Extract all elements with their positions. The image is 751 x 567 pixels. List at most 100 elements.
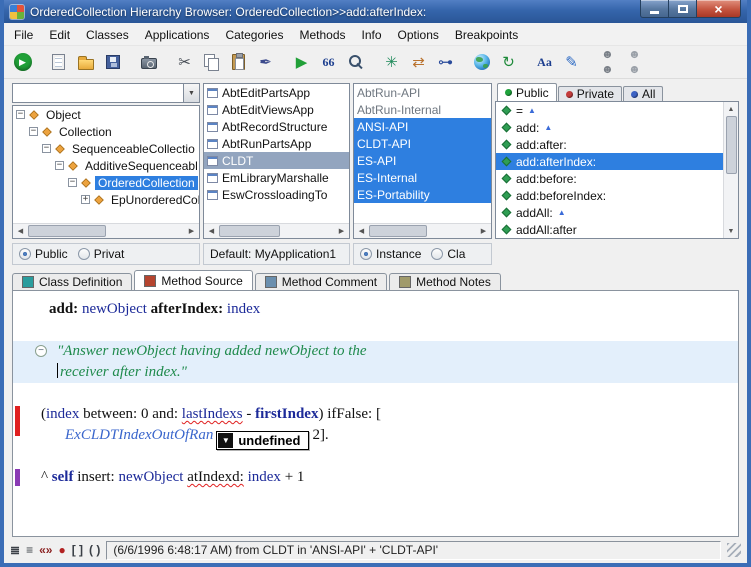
class-filter-combo[interactable]: ▼ [12,83,200,103]
method-source-editor[interactable]: add: newObject afterIndex: index "Answer… [12,290,739,537]
application-item[interactable]: CLDT [204,152,349,169]
tree-item-orderedcollection[interactable]: −OrderedCollection [13,174,199,191]
tab-private[interactable]: Private [558,86,622,101]
radio-cla[interactable]: Cla [431,247,465,261]
method-item[interactable]: addAll:▲ [496,204,723,221]
menu-applications[interactable]: Applications [137,24,218,44]
scroll-thumb[interactable] [219,225,280,237]
tree-item-collection[interactable]: −Collection [13,123,199,140]
run-icon[interactable]: ▶ [10,50,35,75]
method-item[interactable]: add:after: [496,136,723,153]
close-button[interactable]: × [696,0,741,18]
scroll-thumb[interactable] [369,225,427,237]
maximize-button[interactable] [669,0,696,18]
popup-dropdown-icon[interactable]: ▼ [218,433,233,448]
parens-icon[interactable]: ( ) [89,544,100,556]
search-icon[interactable] [343,50,368,75]
glasses-icon[interactable]: 66 [316,50,341,75]
scroll-thumb[interactable] [28,225,106,237]
tab-method-comment[interactable]: Method Comment [255,273,387,290]
titlebar[interactable]: OrderedCollection Hierarchy Browser: Ord… [4,0,747,23]
group-icon[interactable]: ☻☻ [622,50,647,75]
minimize-button[interactable] [640,0,669,18]
record-icon[interactable]: ● [58,544,65,556]
tab-public[interactable]: Public [497,83,557,101]
category-item[interactable]: ES-Internal [354,169,491,186]
method-item[interactable]: add:▲ [496,119,723,136]
tree-expander-icon[interactable]: − [55,161,64,170]
tree-item-additivesequenceabl[interactable]: −AdditiveSequenceabl [13,157,199,174]
tree-expander-icon[interactable]: − [68,178,77,187]
publish-icon[interactable]: ↻ [496,50,521,75]
categories-hscrollbar[interactable]: ◀ ▶ [354,223,491,238]
style-icon[interactable]: ✎ [559,50,584,75]
paste-icon[interactable] [226,50,251,75]
applications-hscrollbar[interactable]: ◀ ▶ [204,223,349,238]
tree-expander-icon[interactable]: − [16,110,25,119]
scroll-right-icon[interactable]: ▶ [334,224,349,238]
cut-icon[interactable]: ✂ [172,50,197,75]
connect-icon[interactable]: ⊶ [433,50,458,75]
radio-public[interactable]: Public [19,247,68,261]
methods-vscrollbar[interactable]: ▲ ▼ [723,102,738,238]
tab-class-definition[interactable]: Class Definition [12,273,132,290]
scroll-thumb[interactable] [726,116,737,174]
tree-item-epunorderedcollec[interactable]: +EpUnorderedCollec [13,191,199,208]
menu-edit[interactable]: Edit [41,24,78,44]
scroll-right-icon[interactable]: ▶ [476,224,491,238]
menu-breakpoints[interactable]: Breakpoints [447,24,526,44]
scroll-down-icon[interactable]: ▼ [724,224,739,238]
brackets-icon[interactable]: [ ] [72,544,83,556]
tree-expander-icon[interactable]: − [42,144,51,153]
application-item[interactable]: AbtEditViewsApp [204,101,349,118]
menu-classes[interactable]: Classes [78,24,137,44]
hierarchy-hscrollbar[interactable]: ◀ ▶ [13,223,199,238]
category-item[interactable]: AbtRun-Internal [354,101,491,118]
method-item[interactable]: addAll:after [496,221,723,238]
menu-options[interactable]: Options [390,24,447,44]
application-item[interactable]: AbtEditPartsApp [204,84,349,101]
menu-file[interactable]: File [6,24,41,44]
font-icon[interactable]: Aa [532,50,557,75]
tree-expander-icon[interactable]: − [29,127,38,136]
undefined-popup[interactable]: ▼undefined [216,431,309,450]
scroll-left-icon[interactable]: ◀ [354,224,369,238]
application-item[interactable]: AbtRunPartsApp [204,135,349,152]
category-item[interactable]: ANSI-API [354,118,491,135]
copy-icon[interactable] [199,50,224,75]
radio-instance[interactable]: Instance [360,247,421,261]
format-list-icon[interactable]: ≣ [10,544,20,556]
tab-all[interactable]: All [623,86,663,101]
save-icon[interactable] [100,50,125,75]
tab-method-source[interactable]: Method Source [134,270,252,290]
category-item[interactable]: ES-API [354,152,491,169]
guillemets-icon[interactable]: «» [39,544,52,556]
format-indent-icon[interactable]: ≡ [26,544,33,556]
globe-icon[interactable] [469,50,494,75]
radio-privat[interactable]: Privat [78,247,125,261]
application-item[interactable]: EswCrossloadingTo [204,186,349,203]
run-method-icon[interactable]: ▶ [289,50,314,75]
menu-categories[interactable]: Categories [217,24,291,44]
category-item[interactable]: AbtRun-API [354,84,491,101]
users-icon[interactable]: ☻☻ [595,50,620,75]
scroll-left-icon[interactable]: ◀ [204,224,219,238]
tree-item-object[interactable]: −Object [13,106,199,123]
method-item[interactable]: =▲ [496,102,723,119]
menu-info[interactable]: Info [354,24,390,44]
open-folder-icon[interactable] [73,50,98,75]
class-filter-field[interactable] [12,83,183,103]
menu-methods[interactable]: Methods [291,24,353,44]
application-item[interactable]: EmLibraryMarshalle [204,169,349,186]
scroll-left-icon[interactable]: ◀ [13,224,28,238]
tab-method-notes[interactable]: Method Notes [389,273,501,290]
new-document-icon[interactable] [46,50,71,75]
combo-dropdown-icon[interactable]: ▼ [183,83,200,103]
code-area[interactable]: add: newObject afterIndex: index "Answer… [13,291,738,536]
resize-grip[interactable] [727,543,741,557]
scroll-right-icon[interactable]: ▶ [184,224,199,238]
method-item[interactable]: add:afterIndex: [496,153,723,170]
scroll-up-icon[interactable]: ▲ [724,102,739,116]
tree-item-sequenceablecollectio[interactable]: −SequenceableCollectio [13,140,199,157]
camera-icon[interactable] [136,50,161,75]
